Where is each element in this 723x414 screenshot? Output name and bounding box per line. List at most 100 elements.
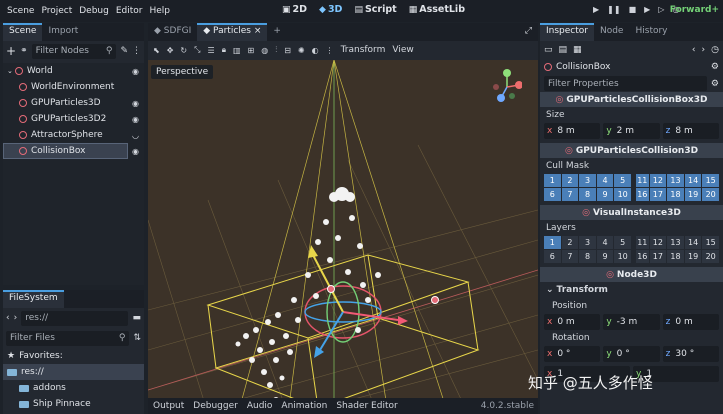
- layer-bit-8[interactable]: 8: [579, 250, 596, 263]
- play-scene-icon[interactable]: ▶: [644, 5, 650, 14]
- tab-history[interactable]: History: [629, 23, 673, 41]
- menu-dots-icon[interactable]: ⋮: [132, 46, 141, 56]
- layer-bit-8[interactable]: 8: [579, 188, 596, 201]
- layer-bit-19[interactable]: 19: [684, 188, 702, 201]
- menu-debug[interactable]: Debug: [79, 6, 109, 16]
- rotation-z-field[interactable]: z 30 °: [662, 346, 719, 362]
- layer-bit-6[interactable]: 6: [544, 250, 561, 263]
- layer-bit-10[interactable]: 10: [614, 250, 631, 263]
- layer-bit-19[interactable]: 19: [684, 250, 702, 263]
- list-icon[interactable]: ☰: [208, 46, 215, 55]
- object-menu-icon[interactable]: ⚙: [711, 62, 719, 72]
- lock-icon[interactable]: 🔒︎: [222, 45, 226, 55]
- group-icon[interactable]: ▥: [233, 46, 241, 55]
- layer-bit-16[interactable]: 16: [636, 188, 649, 201]
- layer-bit-7[interactable]: 7: [561, 188, 579, 201]
- layer-bit-15[interactable]: 15: [702, 236, 719, 249]
- layer-bit-10[interactable]: 10: [614, 188, 631, 201]
- tree-node-attractorsphere[interactable]: AttractorSphere ◡: [3, 127, 144, 143]
- layer-bit-11[interactable]: 11: [636, 236, 649, 249]
- camera-icon[interactable]: ⊟: [284, 46, 291, 55]
- rotation-x-field[interactable]: x 0 °: [544, 346, 601, 362]
- tab-particles[interactable]: ◆ Particles ×: [197, 23, 268, 41]
- layer-bit-18[interactable]: 18: [667, 188, 684, 201]
- renderer-selector[interactable]: Forward+: [670, 5, 719, 15]
- menu-help[interactable]: Help: [150, 6, 171, 16]
- size-y-field[interactable]: y 2 m: [603, 123, 660, 139]
- layer-bit-13[interactable]: 13: [667, 174, 684, 187]
- select-icon[interactable]: ⬉: [153, 46, 160, 55]
- visibility-icon[interactable]: ◉: [132, 99, 139, 108]
- tab-shader-editor[interactable]: Shader Editor: [336, 401, 397, 411]
- layer-bit-20[interactable]: 20: [702, 250, 719, 263]
- size-z-field[interactable]: z 8 m: [662, 123, 719, 139]
- tab-debugger[interactable]: Debugger: [193, 401, 238, 411]
- section-node3d[interactable]: ◎ Node3D: [540, 267, 723, 282]
- tab-audio[interactable]: Audio: [247, 401, 273, 411]
- rotate-icon[interactable]: ↻: [180, 46, 187, 55]
- layer-bit-2[interactable]: 2: [561, 236, 579, 249]
- section-gpuparticlescollision3d[interactable]: ◎ GPUParticlesCollision3D: [540, 143, 723, 158]
- split-view-icon[interactable]: ▬: [132, 313, 141, 323]
- layer-bit-12[interactable]: 12: [649, 236, 667, 249]
- save-resource-icon[interactable]: ▦: [573, 45, 582, 55]
- play-custom-icon[interactable]: ▷: [658, 5, 664, 14]
- layer-bit-11[interactable]: 11: [636, 174, 649, 187]
- layer-bit-9[interactable]: 9: [596, 250, 614, 263]
- next-icon[interactable]: ›: [702, 45, 706, 55]
- tab-node[interactable]: Node: [594, 23, 630, 41]
- workspace-3d[interactable]: ◆ 3D: [319, 4, 342, 15]
- layer-bit-5[interactable]: 5: [614, 174, 631, 187]
- visibility-hidden-icon[interactable]: ◡: [132, 131, 139, 140]
- filter-properties-input[interactable]: Filter Properties: [544, 76, 707, 91]
- history-icon[interactable]: ◷: [711, 45, 719, 55]
- layer-bit-17[interactable]: 17: [649, 188, 667, 201]
- layer-bit-13[interactable]: 13: [667, 236, 684, 249]
- layer-bit-4[interactable]: 4: [596, 236, 614, 249]
- layer-bit-15[interactable]: 15: [702, 174, 719, 187]
- size-x-field[interactable]: x 8 m: [544, 123, 601, 139]
- load-resource-icon[interactable]: ▤: [559, 45, 568, 55]
- workspace-2d[interactable]: ▣ 2D: [282, 4, 307, 15]
- tab-filesystem[interactable]: FileSystem: [3, 290, 64, 308]
- tab-animation[interactable]: Animation: [281, 401, 327, 411]
- scale-icon[interactable]: ⤡: [194, 45, 200, 55]
- nav-back-icon[interactable]: ‹: [6, 313, 10, 323]
- layer-bit-20[interactable]: 20: [702, 188, 719, 201]
- layer-bit-3[interactable]: 3: [579, 174, 596, 187]
- layer-bit-7[interactable]: 7: [561, 250, 579, 263]
- tree-node-collisionbox[interactable]: CollisionBox: [3, 143, 128, 159]
- tab-inspector[interactable]: Inspector: [540, 23, 594, 41]
- local-space-icon[interactable]: ◍: [261, 46, 268, 55]
- link-icon[interactable]: ⚭: [20, 46, 28, 56]
- workspace-script[interactable]: ▤ Script: [354, 4, 396, 15]
- section-gpuparticlescollisionbox3d[interactable]: ◎ GPUParticlesCollisionBox3D: [540, 92, 723, 107]
- snap-icon[interactable]: ⫶: [275, 45, 277, 55]
- nav-forward-icon[interactable]: ›: [14, 313, 18, 323]
- filter-files-input[interactable]: Filter Files ⚲: [6, 330, 130, 346]
- prev-icon[interactable]: ‹: [692, 45, 696, 55]
- tree-node-gpuparticles3d[interactable]: GPUParticles3D ◉: [3, 95, 144, 111]
- favorites-header[interactable]: ★ Favorites:: [3, 348, 144, 364]
- add-scene-tab[interactable]: +: [267, 23, 287, 41]
- new-resource-icon[interactable]: ▭: [544, 45, 553, 55]
- layer-bit-2[interactable]: 2: [561, 174, 579, 187]
- position-z-field[interactable]: z 0 m: [662, 314, 719, 330]
- tree-node-gpuparticles3d2[interactable]: GPUParticles3D2 ◉: [3, 111, 144, 127]
- menu-project[interactable]: Project: [41, 6, 72, 16]
- pause-icon[interactable]: ❚❚: [607, 5, 620, 14]
- 3d-viewport[interactable]: Perspective: [148, 60, 538, 414]
- visibility-icon[interactable]: ◉: [132, 115, 139, 124]
- position-y-field[interactable]: y -3 m: [603, 314, 660, 330]
- more-icon[interactable]: ⋮: [326, 46, 334, 55]
- script-attach-icon[interactable]: ✎: [120, 46, 128, 56]
- layer-bit-1[interactable]: 1: [544, 236, 561, 249]
- layer-bit-5[interactable]: 5: [614, 236, 631, 249]
- menu-scene[interactable]: Scene: [7, 6, 34, 16]
- fs-item-addons[interactable]: addons: [3, 380, 144, 396]
- fs-item-res[interactable]: res://: [3, 364, 144, 380]
- perspective-menu[interactable]: Perspective: [151, 65, 214, 79]
- stop-icon[interactable]: ■: [629, 5, 637, 14]
- close-icon[interactable]: ×: [254, 26, 262, 36]
- fs-item-ship-pinnace[interactable]: Ship Pinnace: [3, 396, 144, 412]
